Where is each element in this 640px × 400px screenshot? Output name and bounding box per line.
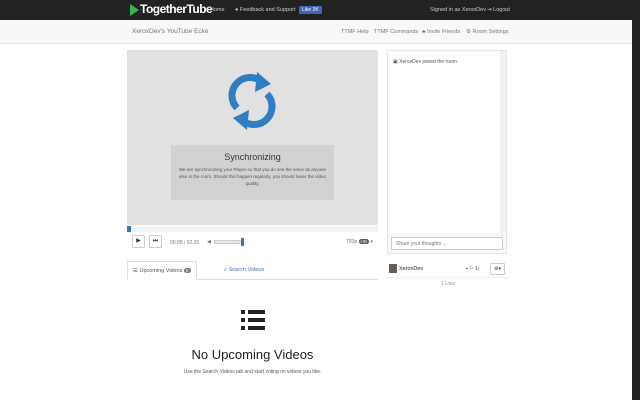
invite-friends-link[interactable]: ♣ Invite Friends	[422, 29, 460, 35]
empty-title: No Upcoming Videos	[191, 347, 314, 362]
ttmf-commands-link[interactable]: TTMF Commands	[374, 29, 418, 35]
quality-label: 720p	[346, 239, 358, 245]
quality-selector[interactable]: 720p HD ▾	[346, 239, 373, 245]
tab-search-videos[interactable]: ⌕ Search Videos	[219, 261, 269, 280]
facebook-like-button[interactable]: Like 3K	[299, 6, 322, 14]
feedback-label: Feedback and Support	[239, 7, 296, 13]
brand-name: TogetherTube	[140, 2, 213, 16]
logout-link[interactable]: ⇥ Logout	[487, 7, 510, 13]
video-player[interactable]: Synchronizing We are synchronizing your …	[127, 50, 378, 225]
room-header: XeroxDev's YouTube Ecke TTMF Help TTMF C…	[0, 20, 632, 44]
chat-input[interactable]	[391, 237, 503, 250]
brand-logo[interactable]: TogetherTube	[130, 2, 213, 16]
user-name: XeroxDev	[399, 266, 424, 272]
sync-icon	[228, 72, 276, 130]
chat-scrollbar[interactable]	[500, 51, 506, 233]
chat-panel: ▣ XeroxDev joined the room.	[387, 50, 507, 254]
tab-upcoming-videos[interactable]: ☰ Upcoming Videos 0	[127, 261, 197, 280]
user-list: XeroxDev ▪ ⚐ ↻ ⚙▾	[387, 263, 507, 278]
room-settings-link[interactable]: ⚙ Room Settings	[466, 29, 509, 35]
upcoming-label: Upcoming Videos	[139, 268, 183, 274]
chat-message: XeroxDev joined the room.	[399, 59, 459, 65]
sync-title: Synchronizing	[224, 152, 281, 162]
volume-slider[interactable]	[214, 238, 244, 246]
user-settings-button[interactable]: ⚙▾	[490, 263, 505, 275]
ttmf-help-link[interactable]: TTMF Help	[341, 29, 369, 35]
sync-message: Synchronizing We are synchronizing your …	[171, 145, 334, 200]
user-count: 1 User	[441, 281, 456, 287]
play-logo-icon	[130, 3, 139, 16]
empty-text: Use the Search Videos tab and start voti…	[183, 369, 322, 375]
settings-label: Room Settings	[472, 29, 509, 35]
volume-icon[interactable]: ◀	[207, 239, 211, 245]
room-title: XeroxDev's YouTube Ecke	[132, 28, 209, 35]
invite-label: Invite Friends	[427, 29, 461, 35]
chat-log: ▣ XeroxDev joined the room.	[388, 51, 501, 233]
player-controls: ▶ ⏭ 00:00 / 02:26 ◀ 720p HD ▾	[127, 232, 378, 252]
logout-label: Logout	[493, 7, 510, 13]
users-icon: ♣	[422, 29, 426, 35]
avatar	[389, 264, 397, 273]
skip-button[interactable]: ⏭	[149, 235, 162, 248]
upcoming-count-badge: 0	[184, 268, 191, 273]
user-status-icons: ▪ ⚐ ↻	[466, 266, 480, 272]
empty-state: No Upcoming Videos Use the Search Videos…	[127, 308, 378, 375]
page-scrollbar[interactable]	[632, 0, 640, 400]
list-icon: ☰	[133, 268, 138, 274]
search-icon: ⌕	[224, 267, 228, 273]
hd-badge: HD	[358, 239, 370, 244]
gear-icon: ⚙	[466, 29, 471, 35]
home-label: Home	[209, 7, 225, 13]
volume-handle[interactable]	[241, 238, 244, 246]
video-tabs: ☰ Upcoming Videos 0 ⌕ Search Videos	[127, 261, 378, 280]
sync-text: We are synchronizing your Player so that…	[178, 167, 326, 186]
info-icon: ▣	[393, 59, 398, 65]
list-icon-large	[240, 308, 265, 332]
search-label: Search Videos	[228, 267, 265, 273]
signed-in-text: Signed in as XeroxDev	[430, 7, 486, 13]
play-button[interactable]: ▶	[132, 235, 145, 248]
nav-home[interactable]: ⌂ Home	[205, 7, 225, 13]
nav-feedback[interactable]: ● Feedback and Support	[235, 7, 296, 13]
time-display: 00:00 / 02:26	[170, 240, 200, 246]
top-navbar: TogetherTube ⌂ Home ● Feedback and Suppo…	[0, 0, 632, 20]
